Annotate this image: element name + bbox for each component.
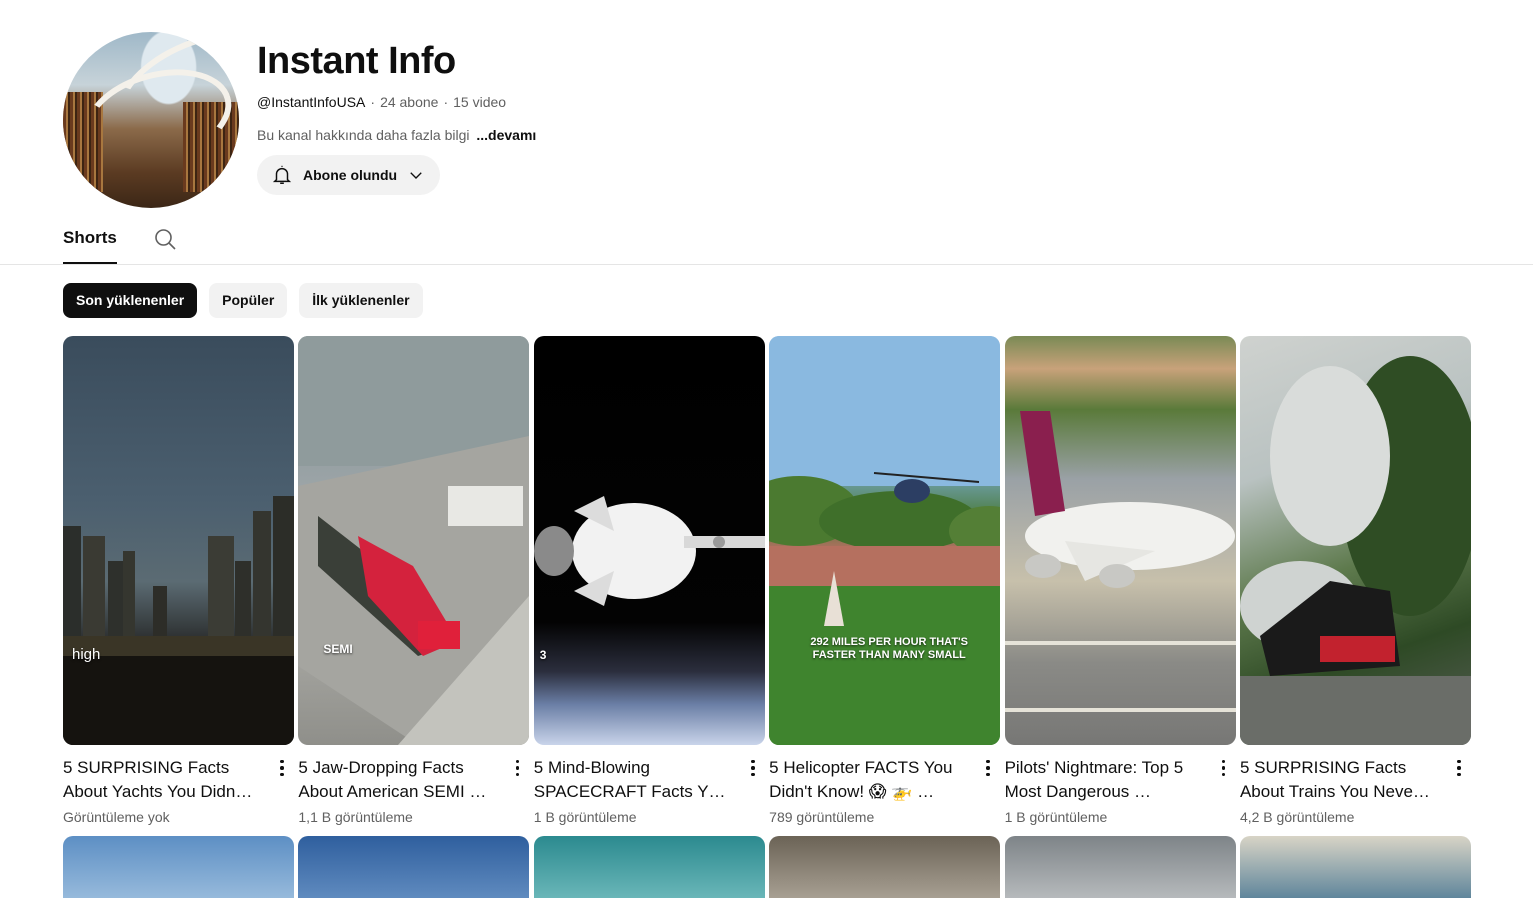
steam-train-art	[1239, 356, 1471, 745]
short-card[interactable]: high 5 SURPRISING Facts About Yachts You…	[63, 336, 294, 825]
video-count: 15 video	[453, 94, 507, 110]
city-skyline-art	[63, 496, 294, 745]
meta-separator: ·	[370, 94, 376, 110]
channel-header: Instant Info @InstantInfoUSA · 24 abone …	[257, 38, 536, 195]
short-thumbnail[interactable]	[1239, 836, 1471, 898]
short-thumbnail[interactable]: 292 MILES PER HOUR THAT'S FASTER THAN MA…	[769, 336, 1001, 745]
short-views: 4,2 B görüntüleme	[1239, 809, 1355, 825]
channel-meta: @InstantInfoUSA · 24 abone · 15 video	[257, 94, 536, 110]
short-views: 1 B görüntüleme	[533, 809, 637, 825]
shorts-grid: high 5 SURPRISING Facts About Yachts You…	[63, 336, 1471, 825]
short-thumbnail[interactable]: 3	[533, 336, 765, 745]
more-link[interactable]: ...devamı	[476, 127, 536, 143]
short-overlay-text: 292 MILES PER HOUR THAT'S FASTER THAN MA…	[810, 636, 968, 661]
short-title[interactable]: 5 SURPRISING Facts About Trains You Neve…	[1240, 756, 1447, 804]
short-views: 789 görüntüleme	[769, 809, 875, 825]
short-views: 1,1 B görüntüleme	[298, 809, 413, 825]
chevron-down-icon	[410, 172, 422, 179]
short-card[interactable]: 292 MILES PER HOUR THAT'S FASTER THAN MA…	[769, 336, 1001, 825]
more-vert-icon[interactable]	[505, 756, 529, 780]
channel-title: Instant Info	[257, 40, 456, 82]
short-title[interactable]: 5 Mind-Blowing SPACECRAFT Facts Y…	[534, 756, 741, 804]
tabs-divider	[0, 264, 1533, 265]
short-overlay-text: 3	[539, 648, 547, 662]
short-card[interactable]: 5 SURPRISING Facts About Trains You Neve…	[1239, 336, 1471, 825]
channel-tabs: Shorts	[63, 219, 177, 264]
short-thumbnail[interactable]: high	[63, 336, 294, 745]
short-card[interactable]: 3 5 Mind-Blowing SPACECRAFT Facts Y… 1 B…	[533, 336, 765, 825]
tab-shorts[interactable]: Shorts	[63, 219, 117, 264]
more-vert-icon[interactable]	[976, 756, 1000, 780]
sort-chips: Son yüklenenler Popüler İlk yüklenenler	[63, 283, 423, 318]
airplane-art	[1004, 411, 1236, 712]
more-vert-icon[interactable]	[270, 756, 294, 780]
short-thumbnail[interactable]	[63, 836, 294, 898]
semi-truck-art	[298, 336, 530, 745]
search-icon[interactable]	[153, 227, 177, 251]
short-thumbnail[interactable]	[298, 836, 530, 898]
short-card[interactable]: Pilots' Nightmare: Top 5 Most Dangerous …	[1004, 336, 1236, 825]
short-title[interactable]: 5 Helicopter FACTS You Didn't Know! 😱 🚁 …	[769, 756, 976, 804]
short-thumbnail[interactable]: SEMI	[298, 336, 530, 745]
short-card[interactable]: SEMI 5 Jaw-Dropping Facts About American…	[298, 336, 530, 825]
shorts-grid-row-2	[63, 836, 1471, 898]
short-thumbnail[interactable]	[1004, 336, 1236, 745]
short-thumbnail[interactable]	[769, 836, 1001, 898]
chip-oldest[interactable]: İlk yüklenenler	[299, 283, 423, 318]
subscribed-button[interactable]: Abone olundu	[257, 155, 440, 195]
more-vert-icon[interactable]	[1447, 756, 1471, 780]
description-text: Bu kanal hakkında daha fazla bilgi	[257, 127, 470, 143]
more-vert-icon[interactable]	[741, 756, 765, 780]
short-title[interactable]: Pilots' Nightmare: Top 5 Most Dangerous …	[1005, 756, 1212, 804]
short-overlay-text: SEMI	[323, 642, 353, 656]
channel-description[interactable]: Bu kanal hakkında daha fazla bilgi ...de…	[257, 127, 536, 143]
channel-handle[interactable]: @InstantInfoUSA	[257, 94, 365, 110]
subscriber-count: 24 abone	[380, 94, 439, 110]
short-views: 1 B görüntüleme	[1004, 809, 1108, 825]
spacecraft-art	[533, 496, 765, 606]
bell-icon	[272, 165, 292, 184]
meta-separator: ·	[443, 94, 449, 110]
subscribed-label: Abone olundu	[303, 167, 398, 183]
short-views: Görüntüleme yok	[63, 809, 170, 825]
more-vert-icon[interactable]	[1212, 756, 1236, 780]
helicopter-art	[769, 336, 1001, 745]
short-thumbnail[interactable]	[1004, 836, 1236, 898]
chip-popular[interactable]: Popüler	[209, 283, 288, 318]
short-title[interactable]: 5 SURPRISING Facts About Yachts You Didn…	[63, 756, 270, 804]
short-thumbnail[interactable]	[1239, 336, 1471, 745]
channel-avatar	[63, 32, 239, 208]
short-overlay-text: high	[72, 646, 101, 663]
chip-latest[interactable]: Son yüklenenler	[63, 283, 198, 318]
short-thumbnail[interactable]	[533, 836, 765, 898]
short-title[interactable]: 5 Jaw-Dropping Facts About American SEMI…	[298, 756, 505, 804]
